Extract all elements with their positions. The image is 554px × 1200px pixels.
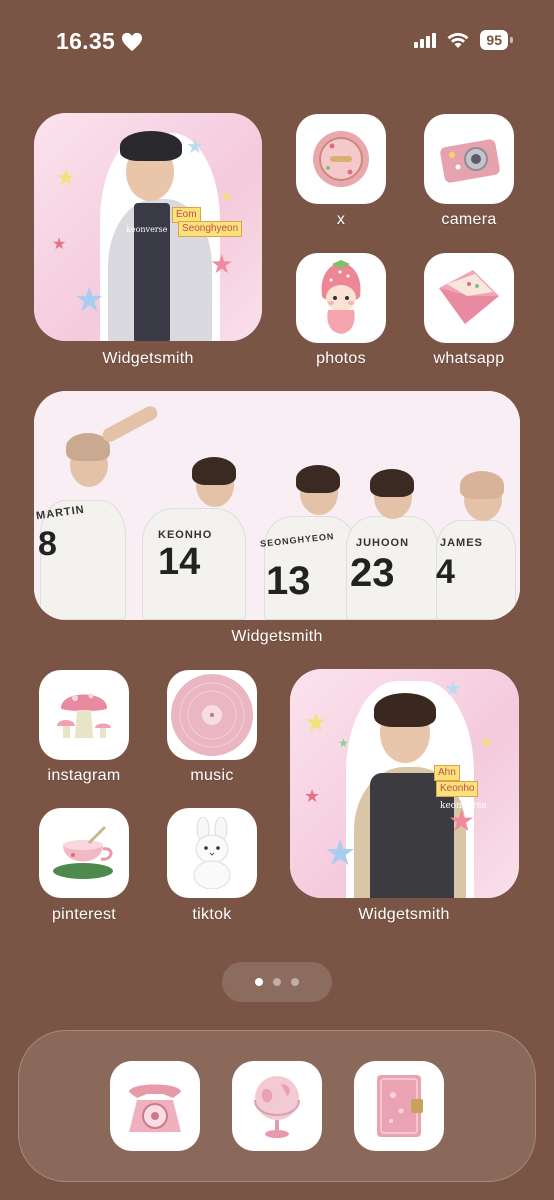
star-sticker: ★	[52, 236, 67, 253]
app-instagram[interactable]	[39, 670, 129, 760]
status-time: 16.35	[56, 28, 143, 55]
pink-mushroom-icon	[57, 693, 111, 738]
name-tag: Ahn	[434, 765, 460, 781]
jersey-name: JUHOON	[356, 537, 410, 549]
app-label: x	[336, 211, 346, 228]
heart-icon	[122, 32, 143, 51]
star-sticker: ★	[56, 165, 76, 190]
app-whatsapp[interactable]	[424, 253, 514, 343]
name-tag: Seonghyeon	[178, 221, 243, 237]
star-sticker: ★	[444, 678, 462, 700]
page-dot[interactable]	[291, 978, 299, 986]
clock-label: 16.35	[56, 28, 116, 54]
star-sticker: ★	[74, 281, 105, 319]
star-sticker: ★	[186, 136, 204, 158]
widget-label: Widgetsmith	[102, 350, 194, 367]
app-music[interactable]	[167, 670, 257, 760]
photo-widget-seonghyeon[interactable]: Eom Seonghyeon keonverse ★ ★ ★ ★ ★ ★	[34, 113, 262, 341]
app-label: tiktok	[192, 906, 232, 923]
widget-photo: Ahn Keonho keonverse ★ ★ ★ ★ ★ ★ ★	[290, 669, 519, 898]
star-sticker: ★	[210, 249, 234, 279]
app-tiktok[interactable]	[167, 808, 257, 898]
group-photo-widget[interactable]: MARTIN 8 KEONHO 14 SEONGHYEON 13 JUHOON …	[34, 391, 520, 620]
pink-camera-icon	[440, 139, 500, 183]
app-label: photos	[316, 350, 366, 367]
app-x[interactable]	[296, 114, 386, 204]
app-label: camera	[441, 211, 497, 228]
page-indicator[interactable]	[222, 962, 332, 1002]
page-dot[interactable]	[273, 978, 281, 986]
widget-label: Widgetsmith	[358, 906, 450, 923]
jersey-name: JAMES	[440, 537, 483, 549]
pink-rotary-phone-icon	[129, 1084, 181, 1132]
star-sticker: ★	[304, 707, 328, 737]
app-camera[interactable]	[424, 114, 514, 204]
star-sticker: ★	[448, 805, 475, 838]
widget-label: Widgetsmith	[231, 628, 323, 645]
strawberry-doll-icon	[321, 260, 361, 334]
star-sticker: ★	[338, 736, 349, 750]
group-photo: MARTIN 8 KEONHO 14 SEONGHYEON 13 JUHOON …	[34, 391, 520, 620]
star-sticker: ★	[304, 786, 321, 806]
app-photos[interactable]	[296, 253, 386, 343]
brand-text: keonverse	[126, 225, 168, 234]
app-pinterest[interactable]	[39, 808, 129, 898]
battery-indicator: 95	[480, 30, 513, 50]
jersey-number: 14	[158, 541, 201, 583]
cellular-signal-icon	[414, 32, 437, 48]
status-indicators: 95	[414, 30, 513, 50]
star-sticker: ★	[220, 188, 233, 204]
name-tag: Keonho	[436, 781, 479, 797]
pink-envelope-icon	[439, 270, 499, 324]
app-label: whatsapp	[433, 350, 505, 367]
dock-app-globe[interactable]	[232, 1061, 322, 1151]
jersey-number: 13	[266, 559, 311, 603]
jersey-name: KEONHO	[158, 529, 213, 541]
dock-app-phone[interactable]	[110, 1061, 200, 1151]
pink-compact-mirror-icon	[313, 131, 369, 187]
widget-photo: Eom Seonghyeon keonverse ★ ★ ★ ★ ★ ★	[34, 113, 262, 341]
plush-bunny-icon	[193, 817, 231, 889]
pink-vinyl-icon	[171, 674, 253, 756]
pink-diary-icon	[377, 1075, 423, 1137]
jersey-number: 23	[350, 551, 395, 595]
wifi-icon	[447, 33, 469, 48]
pink-globe-icon	[254, 1076, 300, 1138]
jersey-number: 8	[38, 525, 57, 563]
teacup-icon	[53, 825, 113, 879]
app-label: music	[190, 767, 234, 784]
app-label: instagram	[47, 767, 121, 784]
app-label: pinterest	[51, 906, 117, 923]
jersey-number: 4	[436, 553, 455, 591]
page-dot-active[interactable]	[255, 978, 263, 986]
dock-app-notes[interactable]	[354, 1061, 444, 1151]
photo-widget-keonho[interactable]: Ahn Keonho keonverse ★ ★ ★ ★ ★ ★ ★	[290, 669, 519, 898]
star-sticker: ★	[480, 734, 493, 750]
star-sticker: ★	[324, 832, 357, 873]
